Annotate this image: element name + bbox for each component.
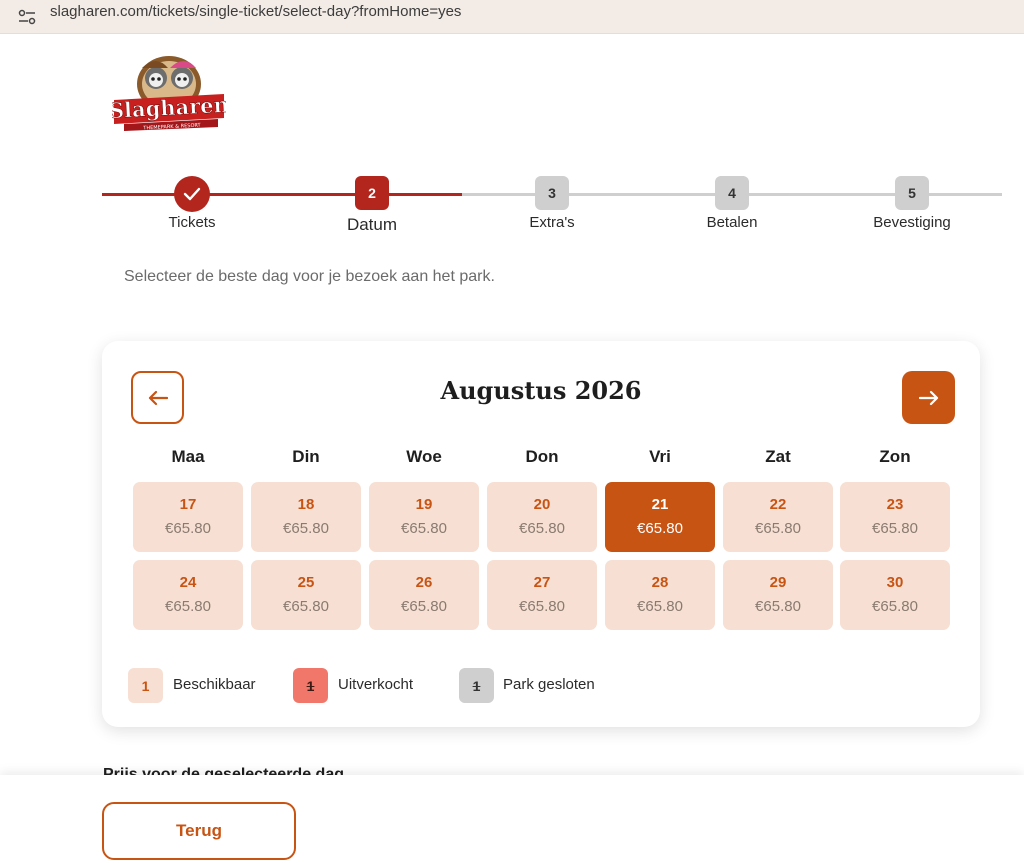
legend-closed-label: Park gesloten: [503, 676, 595, 693]
weekday-label: Zon: [879, 447, 911, 466]
day-price: €65.80: [401, 598, 447, 615]
step-tickets[interactable]: Tickets: [122, 176, 262, 231]
page-subtitle: Selecteer de beste dag voor je bezoek aa…: [124, 268, 495, 285]
checkmark-icon: [174, 176, 210, 212]
step-extras: 3 Extra's: [482, 176, 622, 231]
calendar-day[interactable]: 22 €65.80: [723, 482, 833, 552]
calendar-day[interactable]: 28 €65.80: [605, 560, 715, 630]
calendar-day[interactable]: 30 €65.80: [840, 560, 950, 630]
step-label: Bevestiging: [873, 214, 951, 231]
legend-soldout-label: Uitverkocht: [338, 676, 414, 693]
calendar-day[interactable]: 18 €65.80: [251, 482, 361, 552]
day-price: €65.80: [401, 520, 447, 537]
slagharen-logo[interactable]: Slagharen THEMEPARK & RESORT: [112, 52, 226, 132]
day-number: 27: [533, 574, 551, 591]
legend-soldout-swatch: 1: [293, 668, 328, 703]
legend-available-swatch: 1: [128, 668, 163, 703]
weekday-label: Don: [525, 447, 559, 466]
day-price: €65.80: [872, 598, 918, 615]
legend-closed-swatch: 1: [459, 668, 494, 703]
calendar-day-selected[interactable]: 21 €65.80: [605, 482, 715, 552]
day-price: €65.80: [637, 520, 683, 537]
calendar-day[interactable]: 26 €65.80: [369, 560, 479, 630]
step-number: 3: [535, 176, 569, 210]
calendar-day[interactable]: 25 €65.80: [251, 560, 361, 630]
url-text[interactable]: slagharen.com/tickets/single-ticket/sele…: [50, 3, 461, 21]
day-price: €65.80: [755, 520, 801, 537]
weekday-label: Zat: [765, 447, 791, 466]
step-datum: 2 Datum: [302, 176, 442, 234]
weekday-label: Vri: [649, 447, 671, 466]
step-number: 4: [715, 176, 749, 210]
day-price: €65.80: [755, 598, 801, 615]
day-number: 17: [179, 496, 197, 513]
calendar-day[interactable]: 19 €65.80: [369, 482, 479, 552]
day-number: 18: [297, 496, 315, 513]
step-label: Extra's: [529, 214, 575, 231]
weekday-label: Maa: [171, 447, 205, 466]
back-button[interactable]: Terug: [102, 802, 296, 860]
step-betalen: 4 Betalen: [662, 176, 802, 231]
step-label: Betalen: [706, 214, 758, 231]
day-number: 19: [415, 496, 433, 513]
tune-icon[interactable]: [18, 9, 36, 25]
legend-available-label: Beschikbaar: [173, 676, 256, 693]
day-number: 25: [297, 574, 315, 591]
day-number: 20: [533, 496, 551, 513]
day-number: 28: [651, 574, 669, 591]
step-number: 5: [895, 176, 929, 210]
day-number: 24: [179, 574, 197, 591]
month-title: Augustus 2026: [440, 376, 642, 405]
day-number: 26: [415, 574, 433, 591]
calendar-day[interactable]: 27 €65.80: [487, 560, 597, 630]
day-price: €65.80: [637, 598, 683, 615]
calendar-day[interactable]: 23 €65.80: [840, 482, 950, 552]
day-number: 23: [886, 496, 904, 513]
day-price: €65.80: [165, 598, 211, 615]
day-price: €65.80: [519, 598, 565, 615]
step-number: 2: [355, 176, 389, 210]
day-price: €65.80: [283, 598, 329, 615]
step-bevestiging: 5 Bevestiging: [842, 176, 982, 231]
calendar-day[interactable]: 17 €65.80: [133, 482, 243, 552]
browser-address-bar[interactable]: slagharen.com/tickets/single-ticket/sele…: [0, 0, 1024, 34]
day-number: 21: [651, 496, 669, 513]
day-price: €65.80: [519, 520, 565, 537]
calendar-card: Augustus 2026 Maa Din Woe Don Vri Zat Zo…: [102, 341, 980, 727]
calendar-day[interactable]: 20 €65.80: [487, 482, 597, 552]
weekday-label: Woe: [406, 447, 442, 466]
weekday-label: Din: [292, 447, 320, 466]
calendar-day[interactable]: 24 €65.80: [133, 560, 243, 630]
step-label: Datum: [346, 215, 398, 234]
day-price: €65.80: [283, 520, 329, 537]
arrow-right-icon: [918, 390, 938, 405]
calendar-day[interactable]: 29 €65.80: [723, 560, 833, 630]
day-number: 30: [886, 574, 904, 591]
day-number: 29: [769, 574, 787, 591]
day-price: €65.80: [165, 520, 211, 537]
day-number: 22: [769, 496, 787, 513]
next-month-button[interactable]: [902, 371, 955, 424]
step-label: Tickets: [168, 214, 216, 231]
day-price: €65.80: [872, 520, 918, 537]
